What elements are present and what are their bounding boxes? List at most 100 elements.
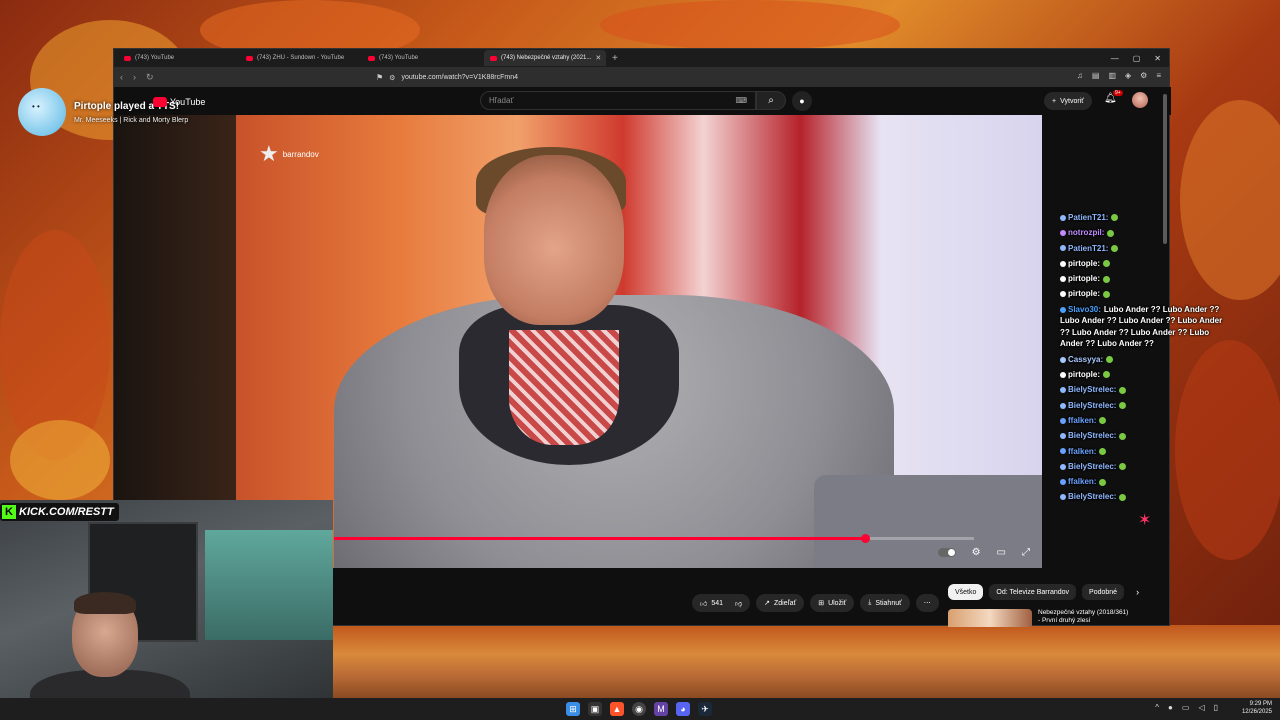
network-icon[interactable]: ▭	[1182, 703, 1190, 712]
chat-username[interactable]: PatienT21:	[1068, 244, 1108, 253]
tray-chevron-icon[interactable]: ^	[1155, 703, 1159, 712]
chat-message: BielyStrelec:	[1060, 382, 1230, 397]
chip-from-channel[interactable]: Od: Televize Barrandov	[989, 584, 1077, 600]
chat-username[interactable]: BielyStrelec:	[1068, 385, 1116, 394]
chat-username[interactable]: BielyStrelec:	[1068, 492, 1116, 501]
emote-icon	[1103, 275, 1110, 283]
fullscreen-icon[interactable]: ⤢	[1022, 547, 1030, 558]
chat-username[interactable]: PatienT21:	[1068, 213, 1108, 222]
battery-icon[interactable]: ▯	[1214, 703, 1218, 712]
chat-badge-icon	[1060, 387, 1066, 394]
share-button[interactable]: ↗ Zdieľať	[756, 594, 805, 612]
like-button[interactable]: 👍︎ 541 👎︎	[692, 594, 751, 612]
chat-username[interactable]: Slavo30:	[1068, 305, 1101, 314]
menu-icon[interactable]: ≡	[1156, 71, 1161, 80]
taskbar: ⊞ ▣ ▲ ◉ M ◕ ✈ ^ ● ▭ ◁ ▯ 9:29 PM 12/26/20…	[0, 698, 1280, 720]
terminal-icon[interactable]: ▣	[588, 702, 602, 716]
windows-start-icon[interactable]: ⊞	[566, 702, 580, 716]
create-button[interactable]: + Vytvoriť	[1044, 92, 1092, 110]
close-window-icon[interactable]: ✕	[1154, 54, 1161, 63]
chat-username[interactable]: BielyStrelec:	[1068, 401, 1116, 410]
browser-tab[interactable]: (743) ZHU - Sundown - YouTube	[240, 50, 362, 66]
recommended-title[interactable]: Nebezpečné vztahy (2018/361)	[1038, 609, 1128, 617]
keyboard-icon[interactable]: ⌨	[735, 96, 747, 105]
chevron-right-icon[interactable]: ›	[1136, 587, 1139, 597]
window-controls: — ▢ ✕	[1111, 54, 1169, 63]
emote-icon	[1119, 432, 1127, 440]
progress-bar[interactable]	[334, 534, 974, 543]
url-field[interactable]: ⚑ ⚙ youtube.com/watch?v=V1K88rcFmn4	[376, 70, 916, 85]
chat-username[interactable]: notrozpil:	[1068, 228, 1104, 237]
bookmark-icon[interactable]: ⚑	[376, 73, 383, 82]
thumbs-up-icon: 👍︎	[700, 600, 708, 608]
discord-icon[interactable]: ◕	[676, 702, 690, 716]
emote-icon	[1119, 402, 1127, 410]
alert-subtitle: Mr. Meeseeks | Rick and Morty Blerp	[74, 116, 189, 124]
youtube-logo[interactable]: YouTube	[153, 97, 205, 107]
theater-mode-icon[interactable]: ▭	[997, 547, 1006, 558]
save-button[interactable]: ⊞ Uložiť	[810, 594, 855, 612]
settings-gear-icon[interactable]: ⚙	[972, 547, 981, 558]
browser-tab-active[interactable]: (743) Nebezpečné vztahy (2021... ✕	[484, 50, 606, 66]
download-button[interactable]: ⤓ Stiahnuť	[860, 594, 910, 612]
browser-tab[interactable]: (743) YouTube	[362, 50, 484, 66]
system-clock[interactable]: 9:29 PM 12/26/2025	[1242, 700, 1272, 716]
minimize-icon[interactable]: —	[1111, 54, 1119, 63]
account-avatar[interactable]	[1132, 92, 1148, 108]
chat-badge-icon	[1060, 245, 1066, 252]
extension-icon[interactable]: ◈	[1125, 71, 1131, 80]
chat-username[interactable]: pirtople:	[1068, 370, 1100, 379]
chat-message: BielyStrelec:	[1060, 459, 1230, 474]
back-icon[interactable]: ‹	[120, 72, 123, 82]
chat-username[interactable]: ffalken:	[1068, 477, 1096, 486]
chat-username[interactable]: Cassyya:	[1068, 355, 1103, 364]
emote-icon	[1106, 356, 1114, 364]
chat-username[interactable]: ffalken:	[1068, 416, 1096, 425]
new-tab-button[interactable]: +	[612, 53, 618, 64]
tab-label: (743) ZHU - Sundown - YouTube	[257, 55, 345, 61]
obs-icon[interactable]: ◉	[632, 702, 646, 716]
chat-message: PatienT21:	[1060, 210, 1230, 225]
autoplay-toggle[interactable]	[937, 548, 956, 557]
voice-search-button[interactable]: ●	[792, 91, 812, 111]
chat-username[interactable]: pirtople:	[1068, 289, 1100, 298]
chat-username[interactable]: BielyStrelec:	[1068, 431, 1116, 440]
brave-browser-icon[interactable]: ▲	[610, 702, 624, 716]
recommended-thumbnail[interactable]	[948, 609, 1032, 627]
chat-username[interactable]: ffalken:	[1068, 447, 1096, 456]
site-info-icon[interactable]: ⚙	[389, 74, 395, 82]
extension-icon[interactable]: ▤	[1092, 71, 1100, 80]
extension-icon[interactable]: ⚙	[1140, 71, 1147, 80]
thumbs-down-icon[interactable]: 👎︎	[735, 599, 742, 608]
reload-icon[interactable]: ↻	[146, 72, 154, 83]
chip-all[interactable]: Všetko	[948, 584, 984, 600]
more-actions-button[interactable]: ⋯	[915, 594, 939, 612]
youtube-play-icon	[153, 97, 167, 107]
forward-icon[interactable]: ›	[133, 72, 136, 82]
chat-username[interactable]: pirtople:	[1068, 259, 1100, 268]
chip-related[interactable]: Podobné	[1082, 584, 1125, 600]
speaker-icon[interactable]: ◁	[1198, 703, 1204, 712]
save-icon: ⊞	[818, 600, 825, 607]
app-icon[interactable]: M	[654, 702, 668, 716]
search-input[interactable]: Hľadať ⌨	[480, 91, 756, 110]
microphone-icon[interactable]: ●	[1168, 703, 1173, 712]
recommended-video[interactable]: Nebezpečné vztahy (2018/361) - První dru…	[948, 609, 1168, 627]
chat-badge-icon	[1060, 463, 1066, 470]
chat-username[interactable]: pirtople:	[1068, 274, 1100, 283]
browser-tab[interactable]: (743) YouTube	[118, 50, 240, 66]
steam-icon[interactable]: ✈	[698, 702, 712, 716]
extension-icon[interactable]: ▥	[1108, 71, 1116, 80]
chat-username[interactable]: BielyStrelec:	[1068, 462, 1116, 471]
search-button[interactable]: ⌕	[756, 91, 786, 110]
maximize-icon[interactable]: ▢	[1133, 54, 1141, 63]
close-tab-icon[interactable]: ✕	[595, 54, 601, 62]
emote-icon	[1111, 214, 1119, 222]
search-icon: ⌕	[768, 95, 774, 106]
extension-icon[interactable]: ♫	[1077, 71, 1083, 80]
chat-badge-icon	[1060, 448, 1066, 455]
avatar-eyes: • •	[32, 102, 40, 111]
chat-badge-icon	[1060, 356, 1066, 363]
clock-time: 9:29 PM	[1249, 701, 1272, 707]
chat-badge-icon	[1060, 260, 1066, 267]
